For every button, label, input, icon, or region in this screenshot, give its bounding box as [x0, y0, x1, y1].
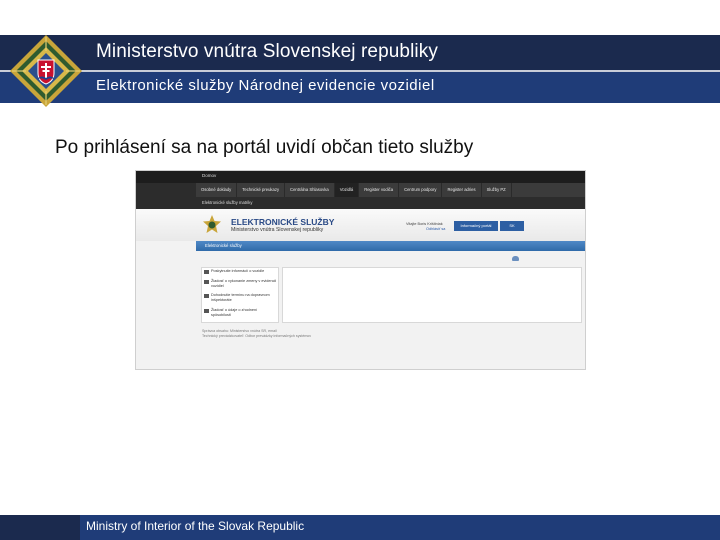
portal-footer-line: Technický prevádzkovateľ: Odbor prevádzk…: [202, 334, 312, 338]
footer-band: Ministry of Interior of the Slovak Repub…: [0, 515, 720, 540]
portal-footer-line: Správca obsahu: Ministerstvo vnútra SR, …: [202, 329, 277, 333]
header-subtitle: Elektronické služby Národnej evidencie v…: [96, 77, 435, 94]
police-star-icon: [203, 215, 221, 233]
portal-nav-item[interactable]: Centrálna Shlasovka: [285, 183, 335, 197]
header-title: Ministerstvo vnútra Slovenskej republiky: [96, 41, 438, 62]
portal-nav-item[interactable]: Vozidlá: [334, 183, 360, 197]
portal-logout-link[interactable]: Odhlásiť sa: [426, 227, 445, 231]
document-icon: [204, 280, 209, 284]
portal-section-bar: [196, 241, 585, 251]
portal-sub-nav-item[interactable]: Elektronické služby matriky: [202, 200, 253, 205]
portal-nav-item[interactable]: Register vodiča: [359, 183, 400, 197]
portal-nav-item[interactable]: Register adries: [442, 183, 482, 197]
footer-text: Ministry of Interior of the Slovak Repub…: [86, 519, 305, 533]
portal-service-item[interactable]: Žiadosť o údaje o zhodnení spôsobilosti: [211, 308, 277, 317]
portal-service-item[interactable]: Dohodnutie termínu na dopravnom inšpekto…: [211, 293, 277, 302]
portal-section-label: Elektronické služby: [205, 243, 242, 248]
portal-service-item[interactable]: Poskytnutie informácií o vozidle: [211, 269, 277, 274]
portal-nav-left: [136, 183, 196, 209]
portal-brand-title: ELEKTRONICKÉ SLUŽBY: [231, 217, 335, 227]
portal-user-greeting: Vitajte Boris Krištiniak: [406, 222, 443, 226]
slide: Ministerstvo vnútra Slovenskej republiky…: [0, 0, 720, 540]
portal-language-button[interactable]: SK: [500, 221, 524, 231]
portal-sub-nav: Elektronické služby matriky: [196, 197, 585, 209]
document-icon: [204, 270, 209, 274]
document-icon: [204, 294, 209, 298]
portal-nav-item[interactable]: Centrum podpory: [399, 183, 443, 197]
slide-heading: Po prihlásení sa na portál uvidí občan t…: [55, 137, 474, 158]
portal-nav-item[interactable]: Technické preukazy: [237, 183, 286, 197]
portal-service-item[interactable]: Žiadosť o vykonanie zmeny v evidencii vo…: [211, 279, 277, 288]
portal-nav-item[interactable]: Služby PZ: [482, 183, 512, 197]
portal-screenshot: Domov Osobné doklady Technické preukazy Ce…: [135, 170, 586, 370]
portal-nav-item[interactable]: Osobné doklady: [196, 183, 238, 197]
footer-left-block: [0, 515, 80, 540]
portal-info-button[interactable]: Informačný portál: [454, 221, 498, 231]
header-band: Ministerstvo vnútra Slovenskej republiky…: [0, 35, 720, 103]
portal-home-link[interactable]: Domov: [202, 173, 216, 178]
portal-brand-subtitle: Ministerstvo vnútra Slovenskej republiky: [231, 227, 324, 233]
help-icon[interactable]: [512, 256, 519, 261]
document-icon: [204, 309, 209, 313]
portal-main-nav: Osobné doklady Technické preukazy Centráln…: [196, 183, 585, 197]
ministry-emblem-icon: [10, 35, 82, 107]
portal-content-panel: [282, 267, 582, 323]
